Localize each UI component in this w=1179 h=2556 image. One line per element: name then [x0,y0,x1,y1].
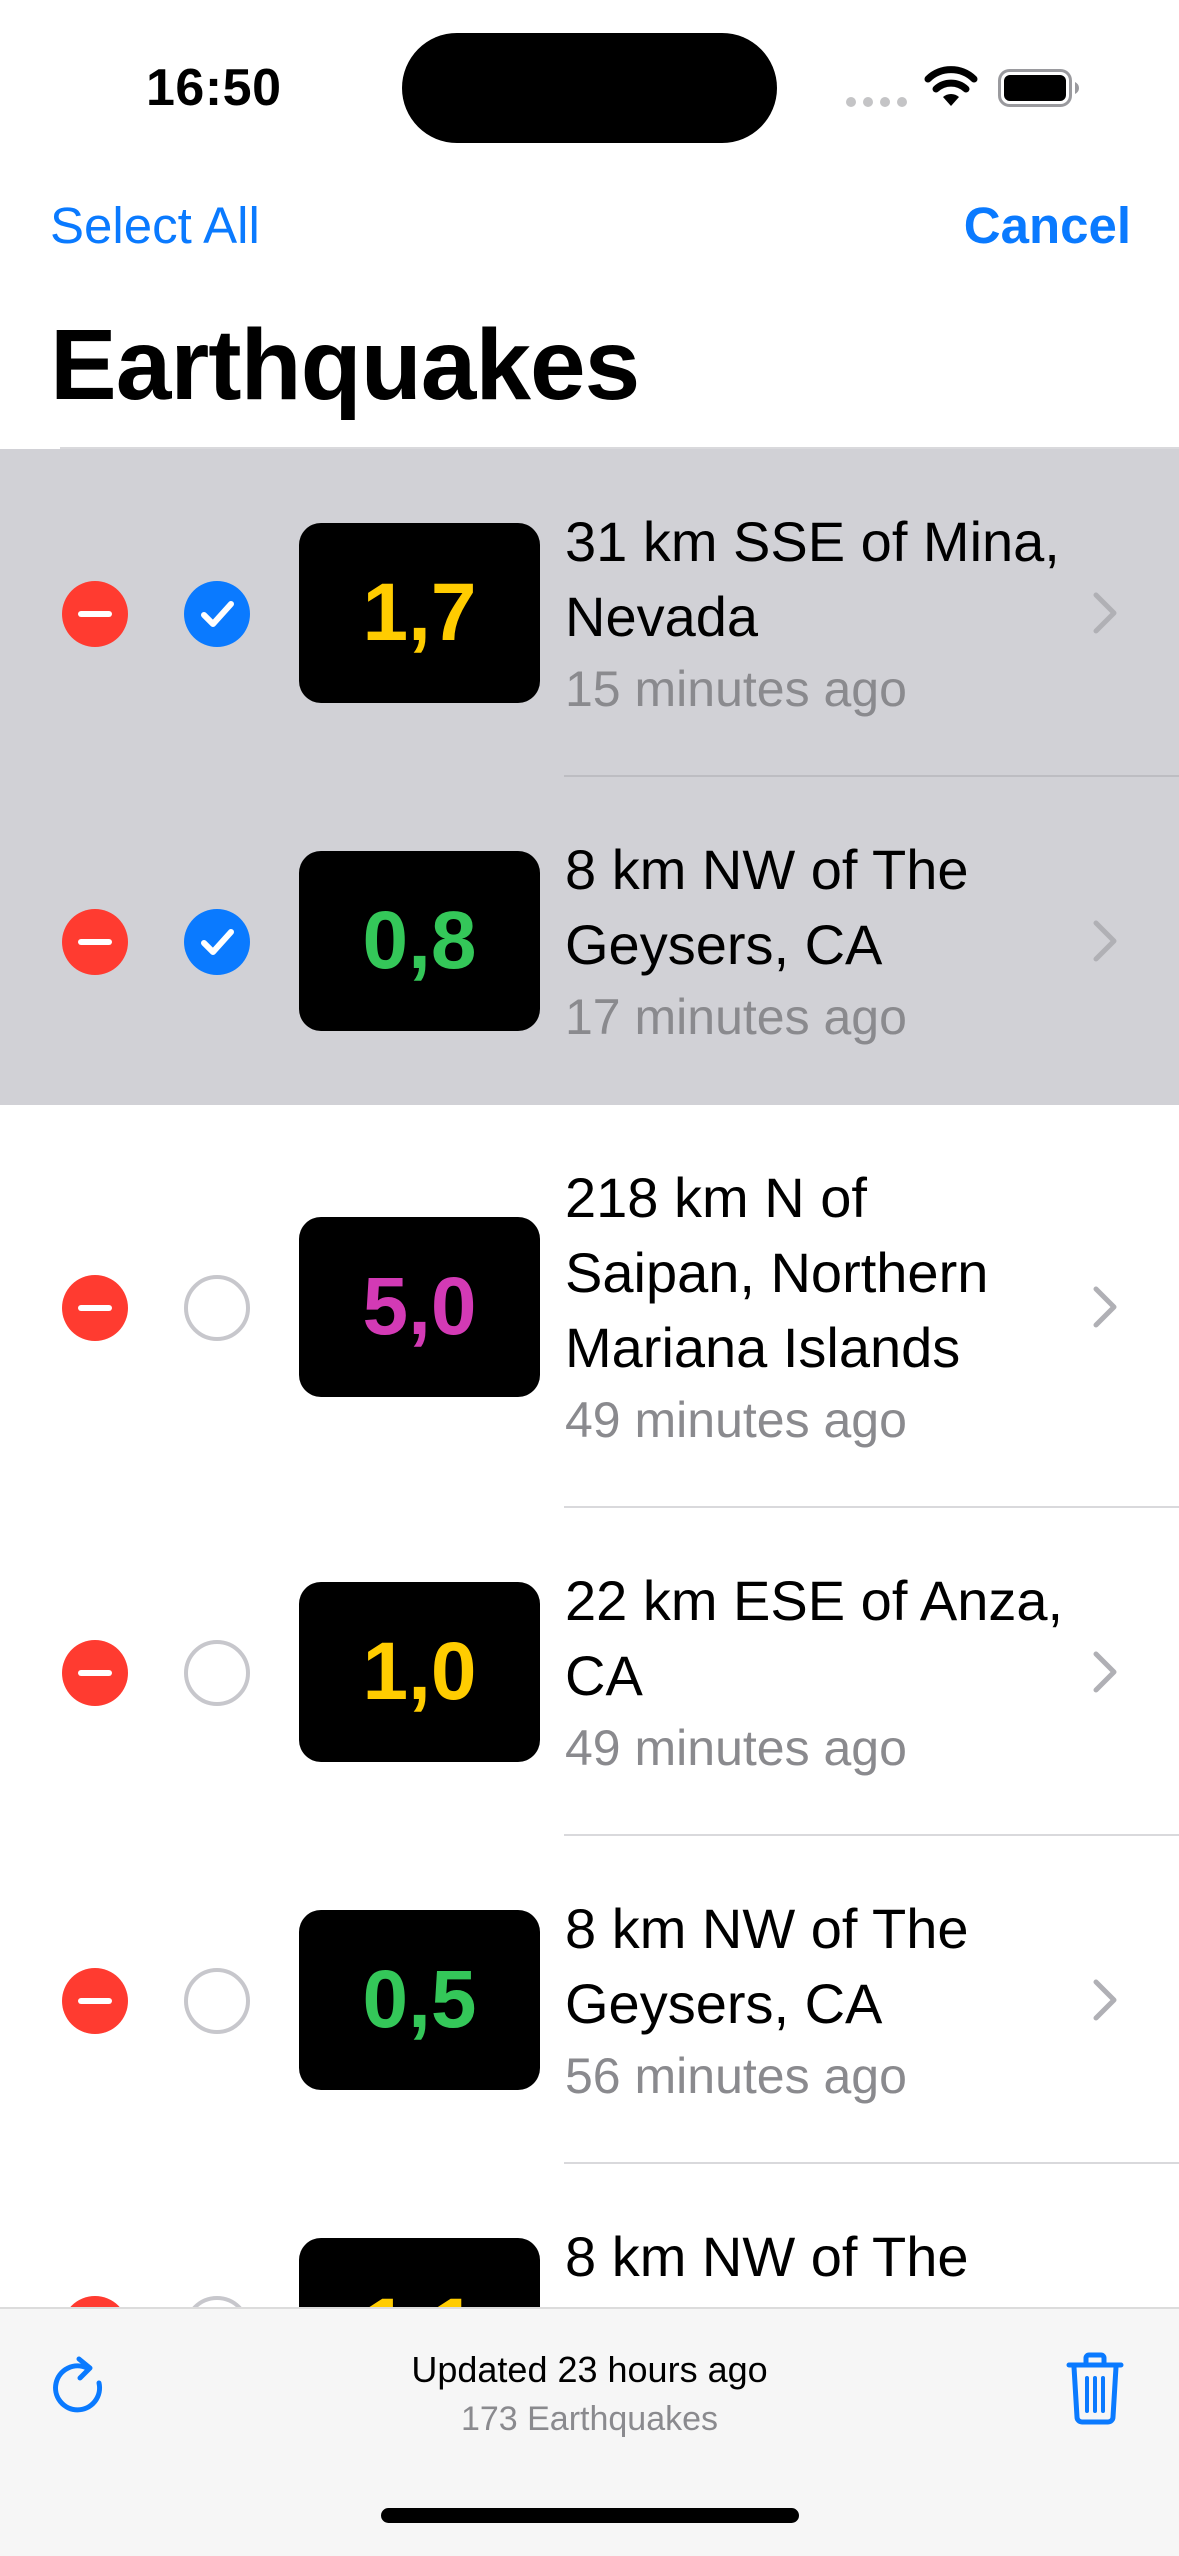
magnitude-value: 1,0 [362,1626,477,1717]
screen: 16:50 Select All Cancel Earthquakes 1,7 [0,0,1179,2556]
status-bar: 16:50 [0,0,1179,170]
chevron-right-icon [1093,1286,1117,1328]
list-item[interactable]: 0,8 8 km NW of The Geysers, CA 17 minute… [0,777,1179,1105]
list-item[interactable]: 0,5 8 km NW of The Geysers, CA 56 minute… [0,1836,1179,2164]
place-label: 31 km SSE of Mina, Nevada [565,510,1060,648]
magnitude-value: 0,8 [362,895,477,986]
time-ago-label: 49 minutes ago [565,1392,907,1448]
delete-icon[interactable] [62,1640,128,1706]
time-ago-label: 15 minutes ago [565,661,907,717]
time-ago-label: 56 minutes ago [565,2048,907,2104]
delete-icon[interactable] [62,909,128,975]
place-label: 218 km N of Saipan, Northern Mariana Isl… [565,1166,989,1379]
chevron-right-icon [1093,1651,1117,1693]
cancel-button[interactable]: Cancel [964,196,1131,255]
list-item[interactable]: 1,0 22 km ESE of Anza, CA 49 minutes ago [0,1508,1179,1836]
row-text: 31 km SSE of Mina, Nevada 15 minutes ago [565,504,1065,724]
toolbar-status: Updated 23 hours ago 173 Earthquakes [0,2345,1179,2443]
row-text: 22 km ESE of Anza, CA 49 minutes ago [565,1563,1065,1783]
magnitude-value: 5,0 [362,1261,477,1352]
magnitude-badge: 1,0 [299,1582,540,1762]
selection-circle[interactable] [184,1640,250,1706]
battery-icon [998,69,1079,107]
list-item[interactable]: 5,0 218 km N of Saipan, Northern Mariana… [0,1105,1179,1508]
magnitude-value: 0,5 [362,1954,477,2045]
place-label: 8 km NW of The [565,2225,969,2288]
home-indicator[interactable] [381,2508,799,2523]
magnitude-badge: 5,0 [299,1217,540,1397]
place-label: 8 km NW of The Geysers, CA [565,1897,969,2035]
updated-label: Updated 23 hours ago [411,2349,768,2390]
selection-circle[interactable] [184,1275,250,1341]
delete-icon[interactable] [62,1968,128,2034]
row-text: 8 km NW of The Geysers, CA 56 minutes ag… [565,1891,1065,2111]
magnitude-badge: 0,8 [299,851,540,1031]
selection-circle[interactable] [184,1968,250,2034]
row-text: 8 km NW of The Geysers, CA 17 minutes ag… [565,832,1065,1052]
count-label: 173 Earthquakes [460,2400,719,2438]
status-time: 16:50 [146,59,282,117]
list-item[interactable]: 1,7 31 km SSE of Mina, Nevada 15 minutes… [0,449,1179,777]
chevron-right-icon [1093,1979,1117,2021]
time-ago-label: 17 minutes ago [565,989,907,1045]
dynamic-island [402,33,777,143]
wifi-icon [924,66,978,106]
row-text: 218 km N of Saipan, Northern Mariana Isl… [565,1160,1065,1455]
checkmark-icon[interactable] [184,909,250,975]
place-label: 22 km ESE of Anza, CA [565,1569,1064,1707]
cellular-dots-icon [846,97,907,107]
chevron-right-icon [1093,920,1117,962]
earthquake-list[interactable]: 1,7 31 km SSE of Mina, Nevada 15 minutes… [0,449,1179,2492]
magnitude-badge: 0,5 [299,1910,540,2090]
select-all-button[interactable]: Select All [50,196,260,255]
page-title: Earthquakes [50,309,640,421]
chevron-right-icon [1093,592,1117,634]
delete-icon[interactable] [62,1275,128,1341]
time-ago-label: 49 minutes ago [565,1720,907,1776]
magnitude-value: 1,7 [362,567,477,658]
place-label: 8 km NW of The Geysers, CA [565,838,969,976]
delete-icon[interactable] [62,581,128,647]
trash-icon[interactable] [1066,2351,1124,2425]
checkmark-icon[interactable] [184,581,250,647]
magnitude-badge: 1,7 [299,523,540,703]
row-text: 8 km NW of The [565,2219,1065,2294]
